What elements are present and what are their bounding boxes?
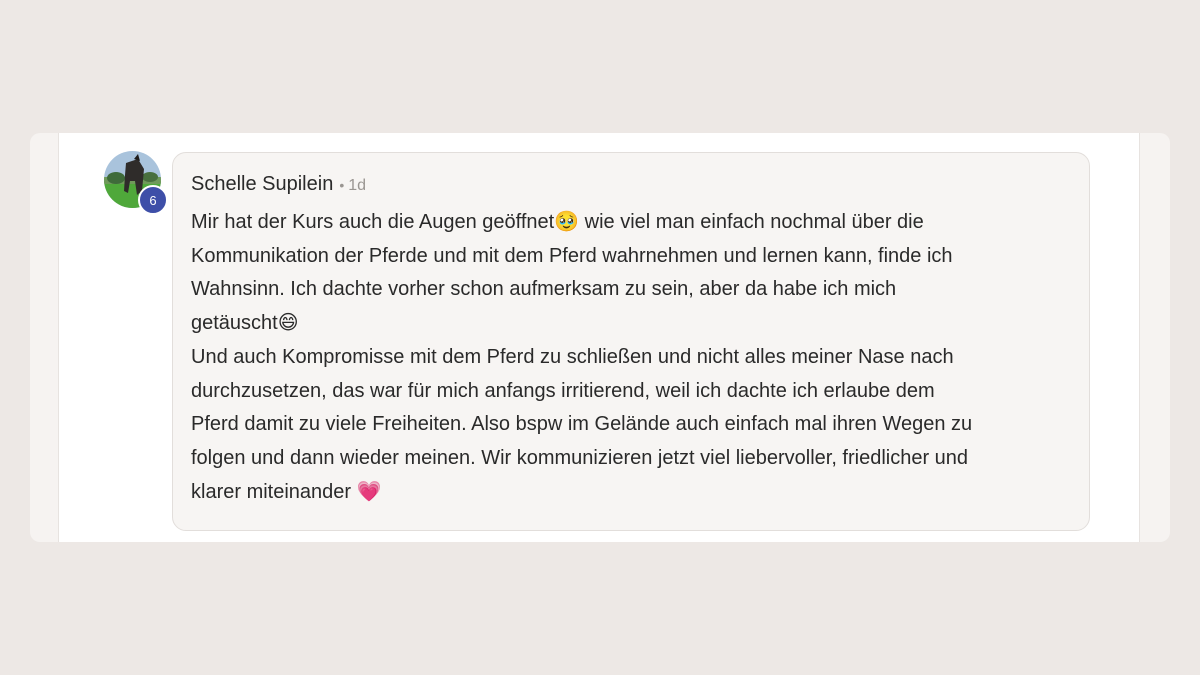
comment-line: Pferd damit zu viele Freiheiten. Also bs… [191,413,973,436]
level-badge: 6 [138,185,168,215]
comment-header: Schelle Supilein • 1d [191,173,366,196]
comment-panel: 6 Schelle Supilein • 1d Mir hat der Kurs… [58,133,1140,542]
comment-line: Und auch Kompromisse mit dem Pferd zu sc… [191,345,954,368]
comment-line: folgen und dann wieder meinen. Wir kommu… [191,446,969,469]
post-card: 6 Schelle Supilein • 1d Mir hat der Kurs… [30,133,1170,542]
author-name[interactable]: Schelle Supilein [191,173,333,196]
comment-bubble: Schelle Supilein • 1d Mir hat der Kurs a… [172,152,1090,531]
comment-line: durchzusetzen, das war für mich anfangs … [191,379,935,402]
comment-line: Mir hat der Kurs auch die Augen geöffnet… [191,211,924,233]
comment-body: Mir hat der Kurs auch die Augen geöffnet… [191,206,1076,509]
comment-line: klarer miteinander 💗 [191,480,382,503]
comment-line: Kommunikation der Pferde und mit dem Pfe… [191,244,953,267]
comment-line: Wahnsinn. Ich dachte vorher schon aufmer… [191,278,897,301]
comment-line: getäuscht😄 [191,312,299,335]
timestamp[interactable]: 1d [348,177,366,195]
separator-dot: • [339,177,345,193]
